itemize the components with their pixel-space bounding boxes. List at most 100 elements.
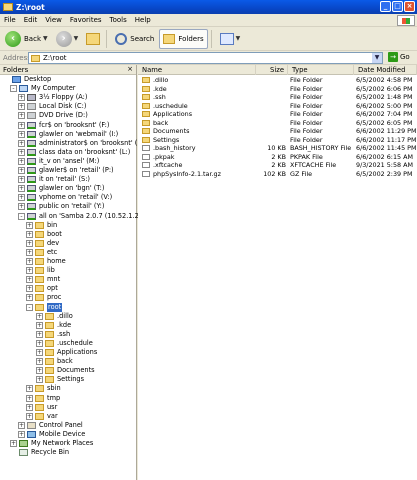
expand-icon[interactable]: + bbox=[18, 148, 25, 156]
tree-item[interactable]: + Settings bbox=[36, 375, 84, 384]
tree-item[interactable]: + Mobile Device bbox=[18, 430, 85, 439]
tree-item[interactable]: - My Computer bbox=[10, 84, 75, 93]
menu-file[interactable]: File bbox=[0, 16, 20, 24]
expand-icon[interactable]: + bbox=[36, 330, 43, 338]
views-button[interactable]: ▼ bbox=[217, 29, 244, 49]
expand-icon[interactable]: + bbox=[26, 230, 33, 238]
tree-item[interactable]: + back bbox=[36, 357, 73, 366]
expand-icon[interactable]: + bbox=[18, 176, 25, 184]
tree-item[interactable]: + glawler on 'bgn' (T:) bbox=[18, 184, 104, 193]
tree-item[interactable]: + bin bbox=[26, 221, 57, 230]
expand-icon[interactable]: + bbox=[18, 421, 25, 429]
menu-help[interactable]: Help bbox=[131, 16, 155, 24]
expand-icon[interactable]: + bbox=[18, 430, 25, 438]
go-button[interactable]: → Go bbox=[388, 52, 410, 62]
expand-icon[interactable]: + bbox=[18, 121, 25, 129]
expand-icon[interactable]: + bbox=[26, 248, 33, 256]
chevron-down-icon[interactable]: ▼ bbox=[236, 35, 241, 42]
tree-item[interactable]: + it on 'retail' (S:) bbox=[18, 175, 90, 184]
file-row[interactable]: Applications File Folder 6/6/2002 7:04 PM bbox=[138, 110, 417, 119]
tree-item[interactable]: + var bbox=[26, 412, 58, 421]
tree-item[interactable]: + it_v on 'ansel' (M:) bbox=[18, 157, 99, 166]
tree-item[interactable]: + tmp bbox=[26, 394, 60, 403]
file-row[interactable]: phpSysInfo-2.1.tar.gz 102 KB GZ File 6/5/20… bbox=[138, 170, 417, 179]
column-header-name[interactable]: Name bbox=[138, 65, 256, 75]
expand-icon[interactable]: + bbox=[18, 139, 25, 147]
tree-item[interactable]: + Documents bbox=[36, 366, 95, 375]
column-header-date[interactable]: Date Modified bbox=[354, 65, 417, 75]
expand-icon[interactable]: + bbox=[18, 194, 25, 202]
tree-item[interactable]: Recycle Bin bbox=[10, 448, 69, 457]
expand-icon[interactable]: + bbox=[18, 185, 25, 193]
expand-icon[interactable]: + bbox=[26, 412, 33, 420]
tree-item[interactable]: + sbin bbox=[26, 384, 61, 393]
tree-item[interactable]: + etc bbox=[26, 248, 57, 257]
expand-icon[interactable]: + bbox=[26, 385, 33, 393]
expand-icon[interactable]: + bbox=[18, 157, 25, 165]
tree-item[interactable]: + opt bbox=[26, 284, 58, 293]
file-row[interactable]: .bash_history 10 KB BASH_HISTORY File 6/6/2… bbox=[138, 144, 417, 153]
file-row[interactable]: .xftcache 2 KB XFTCACHE File 9/3/2021 5:58 … bbox=[138, 161, 417, 170]
file-row[interactable]: .pkpak 2 KB PKPAK File 6/6/2002 6:15 AM bbox=[138, 153, 417, 162]
tree-item[interactable]: + mnt bbox=[26, 275, 60, 284]
tree-item[interactable]: + vphome on 'retail' (V:) bbox=[18, 193, 112, 202]
menu-edit[interactable]: Edit bbox=[20, 16, 42, 24]
expand-icon[interactable]: + bbox=[36, 376, 43, 384]
chevron-down-icon[interactable]: ▼ bbox=[43, 35, 48, 42]
folders-button[interactable]: Folders bbox=[159, 28, 208, 49]
tree-item[interactable]: + lib bbox=[26, 266, 55, 275]
expand-icon[interactable]: + bbox=[26, 239, 33, 247]
chevron-down-icon[interactable]: ▼ bbox=[74, 35, 79, 42]
search-button[interactable]: Search bbox=[112, 29, 157, 49]
tree-item[interactable]: + Applications bbox=[36, 348, 97, 357]
tree-item[interactable]: + .dillo bbox=[36, 312, 73, 321]
tree-item[interactable]: + .ssh bbox=[36, 330, 70, 339]
close-button[interactable]: × bbox=[404, 1, 415, 12]
expand-icon[interactable]: + bbox=[26, 221, 33, 229]
expand-icon[interactable]: + bbox=[10, 440, 17, 447]
expand-icon[interactable]: + bbox=[26, 276, 33, 284]
menu-favorites[interactable]: Favorites bbox=[66, 16, 106, 24]
tree-item[interactable]: + boot bbox=[26, 230, 62, 239]
menu-tools[interactable]: Tools bbox=[106, 16, 131, 24]
tree-item[interactable]: - root bbox=[26, 302, 63, 312]
tree-item[interactable]: + glawler$ on 'retail' (P:) bbox=[18, 166, 114, 175]
tree-item[interactable]: + fcr$ on 'brooksnt' (F:) bbox=[18, 121, 109, 130]
file-row[interactable]: Settings File Folder 6/6/2002 11:17 PM bbox=[138, 136, 417, 145]
expand-icon[interactable]: + bbox=[26, 403, 33, 411]
file-row[interactable]: .dillo File Folder 6/5/2002 4:58 PM bbox=[138, 76, 417, 85]
column-header-size[interactable]: Size bbox=[256, 65, 288, 75]
file-row[interactable]: .uschedule File Folder 6/6/2002 5:00 PM bbox=[138, 102, 417, 111]
expand-icon[interactable]: + bbox=[26, 285, 33, 293]
expand-icon[interactable]: + bbox=[18, 130, 25, 138]
tree-item[interactable]: +3½ Floppy (A:) bbox=[18, 93, 87, 102]
file-row[interactable]: .kde File Folder 6/5/2002 6:06 PM bbox=[138, 85, 417, 94]
expand-icon[interactable]: + bbox=[26, 394, 33, 402]
file-row[interactable]: Documents File Folder 6/6/2002 11:29 PM bbox=[138, 127, 417, 136]
tree-item[interactable]: + .uschedule bbox=[36, 339, 93, 348]
expand-icon[interactable]: + bbox=[36, 367, 43, 375]
tree-item[interactable]: + proc bbox=[26, 293, 61, 302]
collapse-icon[interactable]: - bbox=[26, 303, 33, 311]
tree-item[interactable]: + dev bbox=[26, 239, 59, 248]
expand-icon[interactable]: + bbox=[26, 294, 33, 302]
expand-icon[interactable]: + bbox=[36, 312, 43, 320]
tree-item[interactable]: + My Network Places bbox=[10, 439, 93, 448]
menu-view[interactable]: View bbox=[41, 16, 66, 24]
back-button[interactable]: ‹ Back ▼ bbox=[2, 29, 51, 49]
tree-item[interactable]: + home bbox=[26, 257, 66, 266]
minimize-button[interactable]: _ bbox=[380, 1, 391, 12]
maximize-button[interactable]: □ bbox=[392, 1, 403, 12]
expand-icon[interactable]: + bbox=[26, 267, 33, 275]
expand-icon[interactable]: + bbox=[26, 258, 33, 265]
close-icon[interactable]: × bbox=[127, 65, 133, 73]
collapse-icon[interactable]: - bbox=[18, 212, 25, 220]
tree-item[interactable]: + DVD Drive (D:) bbox=[18, 111, 88, 120]
forward-button[interactable]: › ▼ bbox=[53, 29, 82, 49]
tree-item[interactable]: + Local Disk (C:) bbox=[18, 102, 86, 111]
tree-item[interactable]: + glawler on 'webmail' (I:) bbox=[18, 130, 118, 139]
expand-icon[interactable]: + bbox=[18, 112, 25, 120]
expand-icon[interactable]: + bbox=[18, 103, 25, 111]
tree-item[interactable]: + class data on 'brooksnt' (L:) bbox=[18, 148, 130, 157]
up-button[interactable] bbox=[83, 29, 103, 49]
